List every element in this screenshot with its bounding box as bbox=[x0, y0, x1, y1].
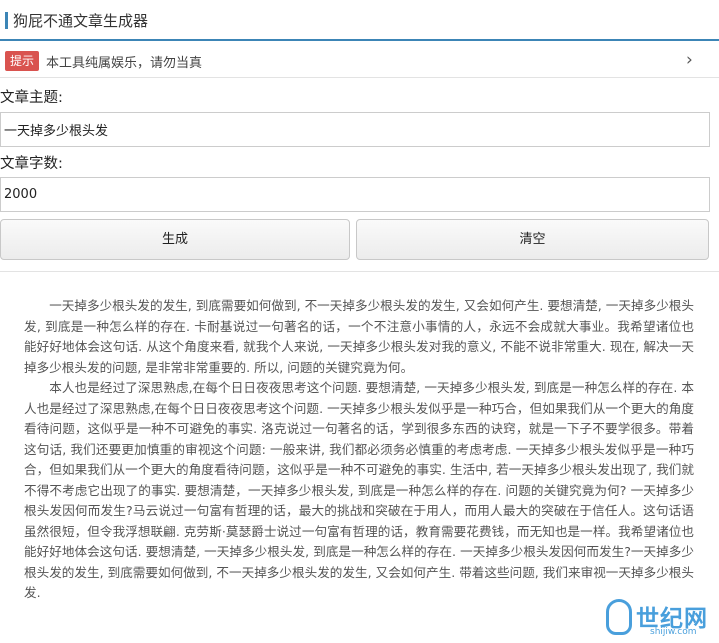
title-bar: 狗屁不通文章生成器 bbox=[0, 0, 719, 41]
divider bbox=[0, 271, 719, 272]
generate-button[interactable]: 生成 bbox=[0, 219, 350, 260]
article-body: 一天掉多少根头发的发生, 到底需要如何做到, 不一天掉多少根头发的发生, 又会如… bbox=[24, 296, 694, 604]
watermark-sub: shijiw.com bbox=[650, 627, 697, 637]
topic-input[interactable] bbox=[0, 112, 710, 147]
article-paragraph: 本人也是经过了深思熟虑,在每个日日夜夜思考这个问题. 要想清楚, 一天掉多少根头… bbox=[24, 380, 694, 600]
topic-label: 文章主题: bbox=[0, 90, 63, 106]
word-count-input[interactable] bbox=[0, 177, 710, 212]
clear-button[interactable]: 清空 bbox=[356, 219, 709, 260]
watermark-logo: 世纪网 shijiw.com bbox=[604, 597, 719, 641]
word-count-label: 文章字数: bbox=[0, 156, 63, 172]
bulb-icon bbox=[606, 599, 632, 635]
chevron-right-icon[interactable]: › bbox=[686, 50, 693, 70]
article-paragraph: 一天掉多少根头发的发生, 到底需要如何做到, 不一天掉多少根头发的发生, 又会如… bbox=[24, 298, 694, 375]
title-accent bbox=[5, 12, 8, 29]
notice-bar[interactable]: 提示 本工具纯属娱乐，请勿当真 › bbox=[0, 43, 719, 78]
notice-text: 本工具纯属娱乐，请勿当真 bbox=[46, 56, 203, 71]
page-title: 狗屁不通文章生成器 bbox=[13, 12, 149, 30]
notice-badge: 提示 bbox=[5, 51, 40, 71]
